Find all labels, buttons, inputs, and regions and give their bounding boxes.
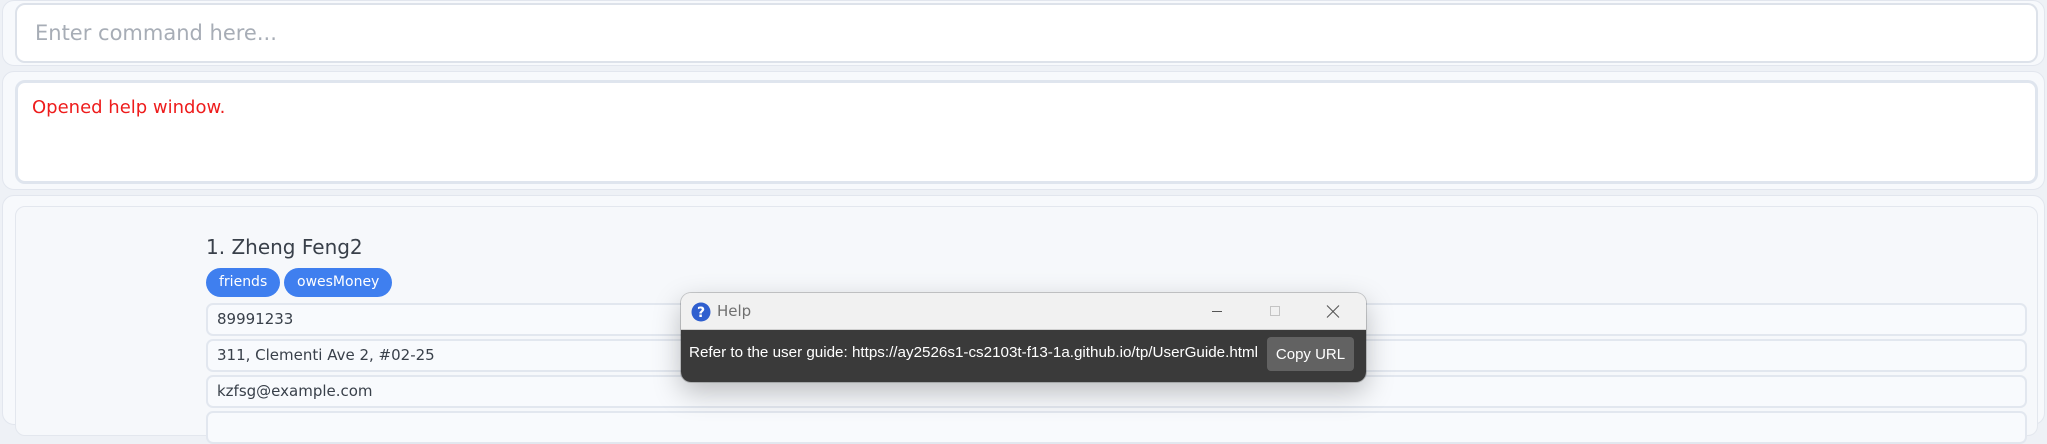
close-icon: [1326, 305, 1340, 318]
help-window-body: Refer to the user guide: https://ay2526s…: [681, 330, 1366, 382]
maximize-button[interactable]: [1246, 293, 1304, 330]
remark-field: [206, 411, 2027, 444]
svg-text:?: ?: [697, 305, 705, 321]
maximize-icon: [1270, 306, 1280, 316]
result-display-panel: Opened help window.: [2, 71, 2045, 190]
minimize-button[interactable]: [1188, 293, 1246, 330]
command-box-panel: [2, 0, 2045, 66]
help-window-title: Help: [717, 302, 752, 320]
help-window: ? Help Refer to the user guide: https://…: [681, 293, 1366, 382]
tag-owes-money: owesMoney: [284, 268, 393, 297]
result-message: Opened help window.: [32, 97, 226, 118]
person-name: 1. Zheng Feng2: [206, 235, 363, 259]
help-window-titlebar[interactable]: ? Help: [681, 293, 1366, 330]
tag-friends: friends: [206, 268, 281, 297]
minimize-icon: [1212, 311, 1222, 312]
help-question-icon: ?: [691, 302, 711, 322]
close-button[interactable]: [1304, 293, 1362, 330]
copy-url-button[interactable]: Copy URL: [1267, 337, 1354, 371]
command-input[interactable]: [15, 3, 2038, 63]
result-display: Opened help window.: [15, 80, 2038, 184]
user-guide-message: Refer to the user guide: https://ay2526s…: [689, 344, 1259, 361]
